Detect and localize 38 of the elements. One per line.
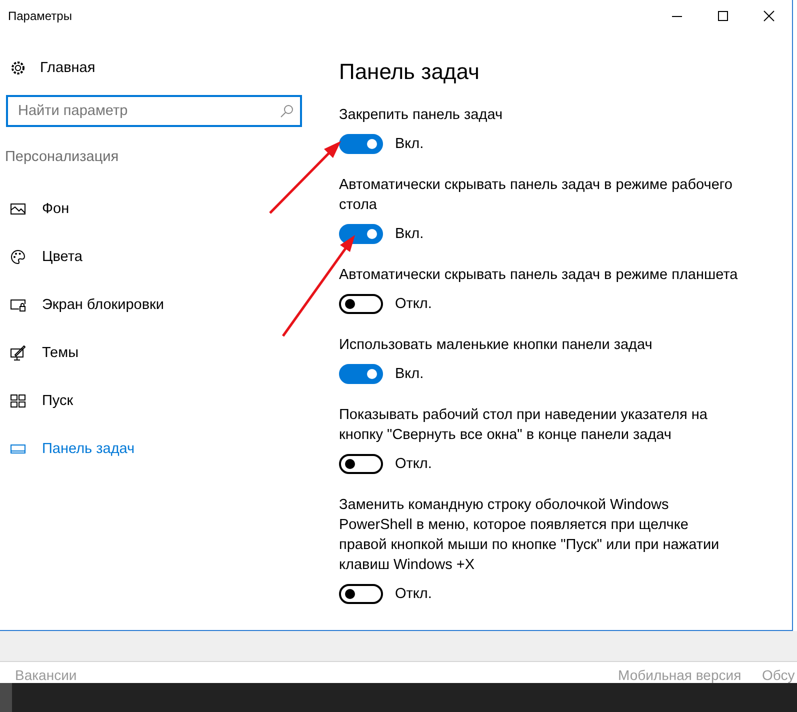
- setting-label: Показывать рабочий стол при наведении указателя на кнопку "Свернуть все окна" в конце панели задач: [339, 406, 708, 445]
- sidebar-item[interactable]: Экран блокировки: [0, 281, 330, 329]
- toggle-state: Откл.: [395, 586, 432, 602]
- maximize-icon: [717, 10, 729, 22]
- window-title: Параметры: [7, 9, 73, 23]
- setting-label: Закрепить панель задач: [339, 106, 504, 125]
- toggle-state: Вкл.: [395, 226, 424, 242]
- tiles-icon: [10, 393, 26, 409]
- pen-monitor-icon: [10, 345, 26, 361]
- toggle-state: Вкл.: [395, 366, 424, 382]
- section-heading: Персонализация: [5, 149, 120, 165]
- setting-label: Автоматически скрывать панель задач в режиме планшета: [339, 266, 739, 285]
- setting-label: Автоматически скрывать панель задач в режиме рабочего стола: [339, 176, 734, 215]
- search-field[interactable]: Найти параметр: [6, 95, 302, 127]
- setting-label: Заменить командную строку оболочкой Windows PowerShell в меню, которое появляется при щелчке правой кнопкой мыши по кнопке "Пуск" или при нажатии клавиш Windows +X: [339, 496, 720, 575]
- sidebar-item[interactable]: Темы: [0, 329, 330, 377]
- lock-screen-icon: [10, 297, 26, 313]
- toggle-state: Вкл.: [395, 136, 424, 152]
- toggle-switch[interactable]: [339, 454, 383, 474]
- picture-icon: [10, 201, 26, 217]
- toggle-state: Откл.: [395, 296, 432, 312]
- toggle-switch[interactable]: [339, 224, 383, 244]
- close-icon: [763, 10, 775, 22]
- sidebar-item[interactable]: Цвета: [0, 233, 330, 281]
- search-icon: [280, 104, 294, 118]
- gear-icon: [10, 60, 26, 76]
- setting-label: Использовать маленькие кнопки панели задач: [339, 336, 654, 355]
- toggle-switch[interactable]: [339, 134, 383, 154]
- palette-icon: [10, 249, 26, 265]
- sidebar-item[interactable]: Панель задач: [0, 425, 330, 473]
- toggle-state: Откл.: [395, 456, 432, 472]
- toggle-switch[interactable]: [339, 364, 383, 384]
- page-title: Панель задач: [339, 59, 480, 85]
- toggle-switch[interactable]: [339, 294, 383, 314]
- sidebar-item[interactable]: Пуск: [0, 377, 330, 425]
- home-label[interactable]: Главная: [40, 60, 96, 76]
- sidebar-item[interactable]: Фон: [0, 185, 330, 233]
- toggle-switch[interactable]: [339, 584, 383, 604]
